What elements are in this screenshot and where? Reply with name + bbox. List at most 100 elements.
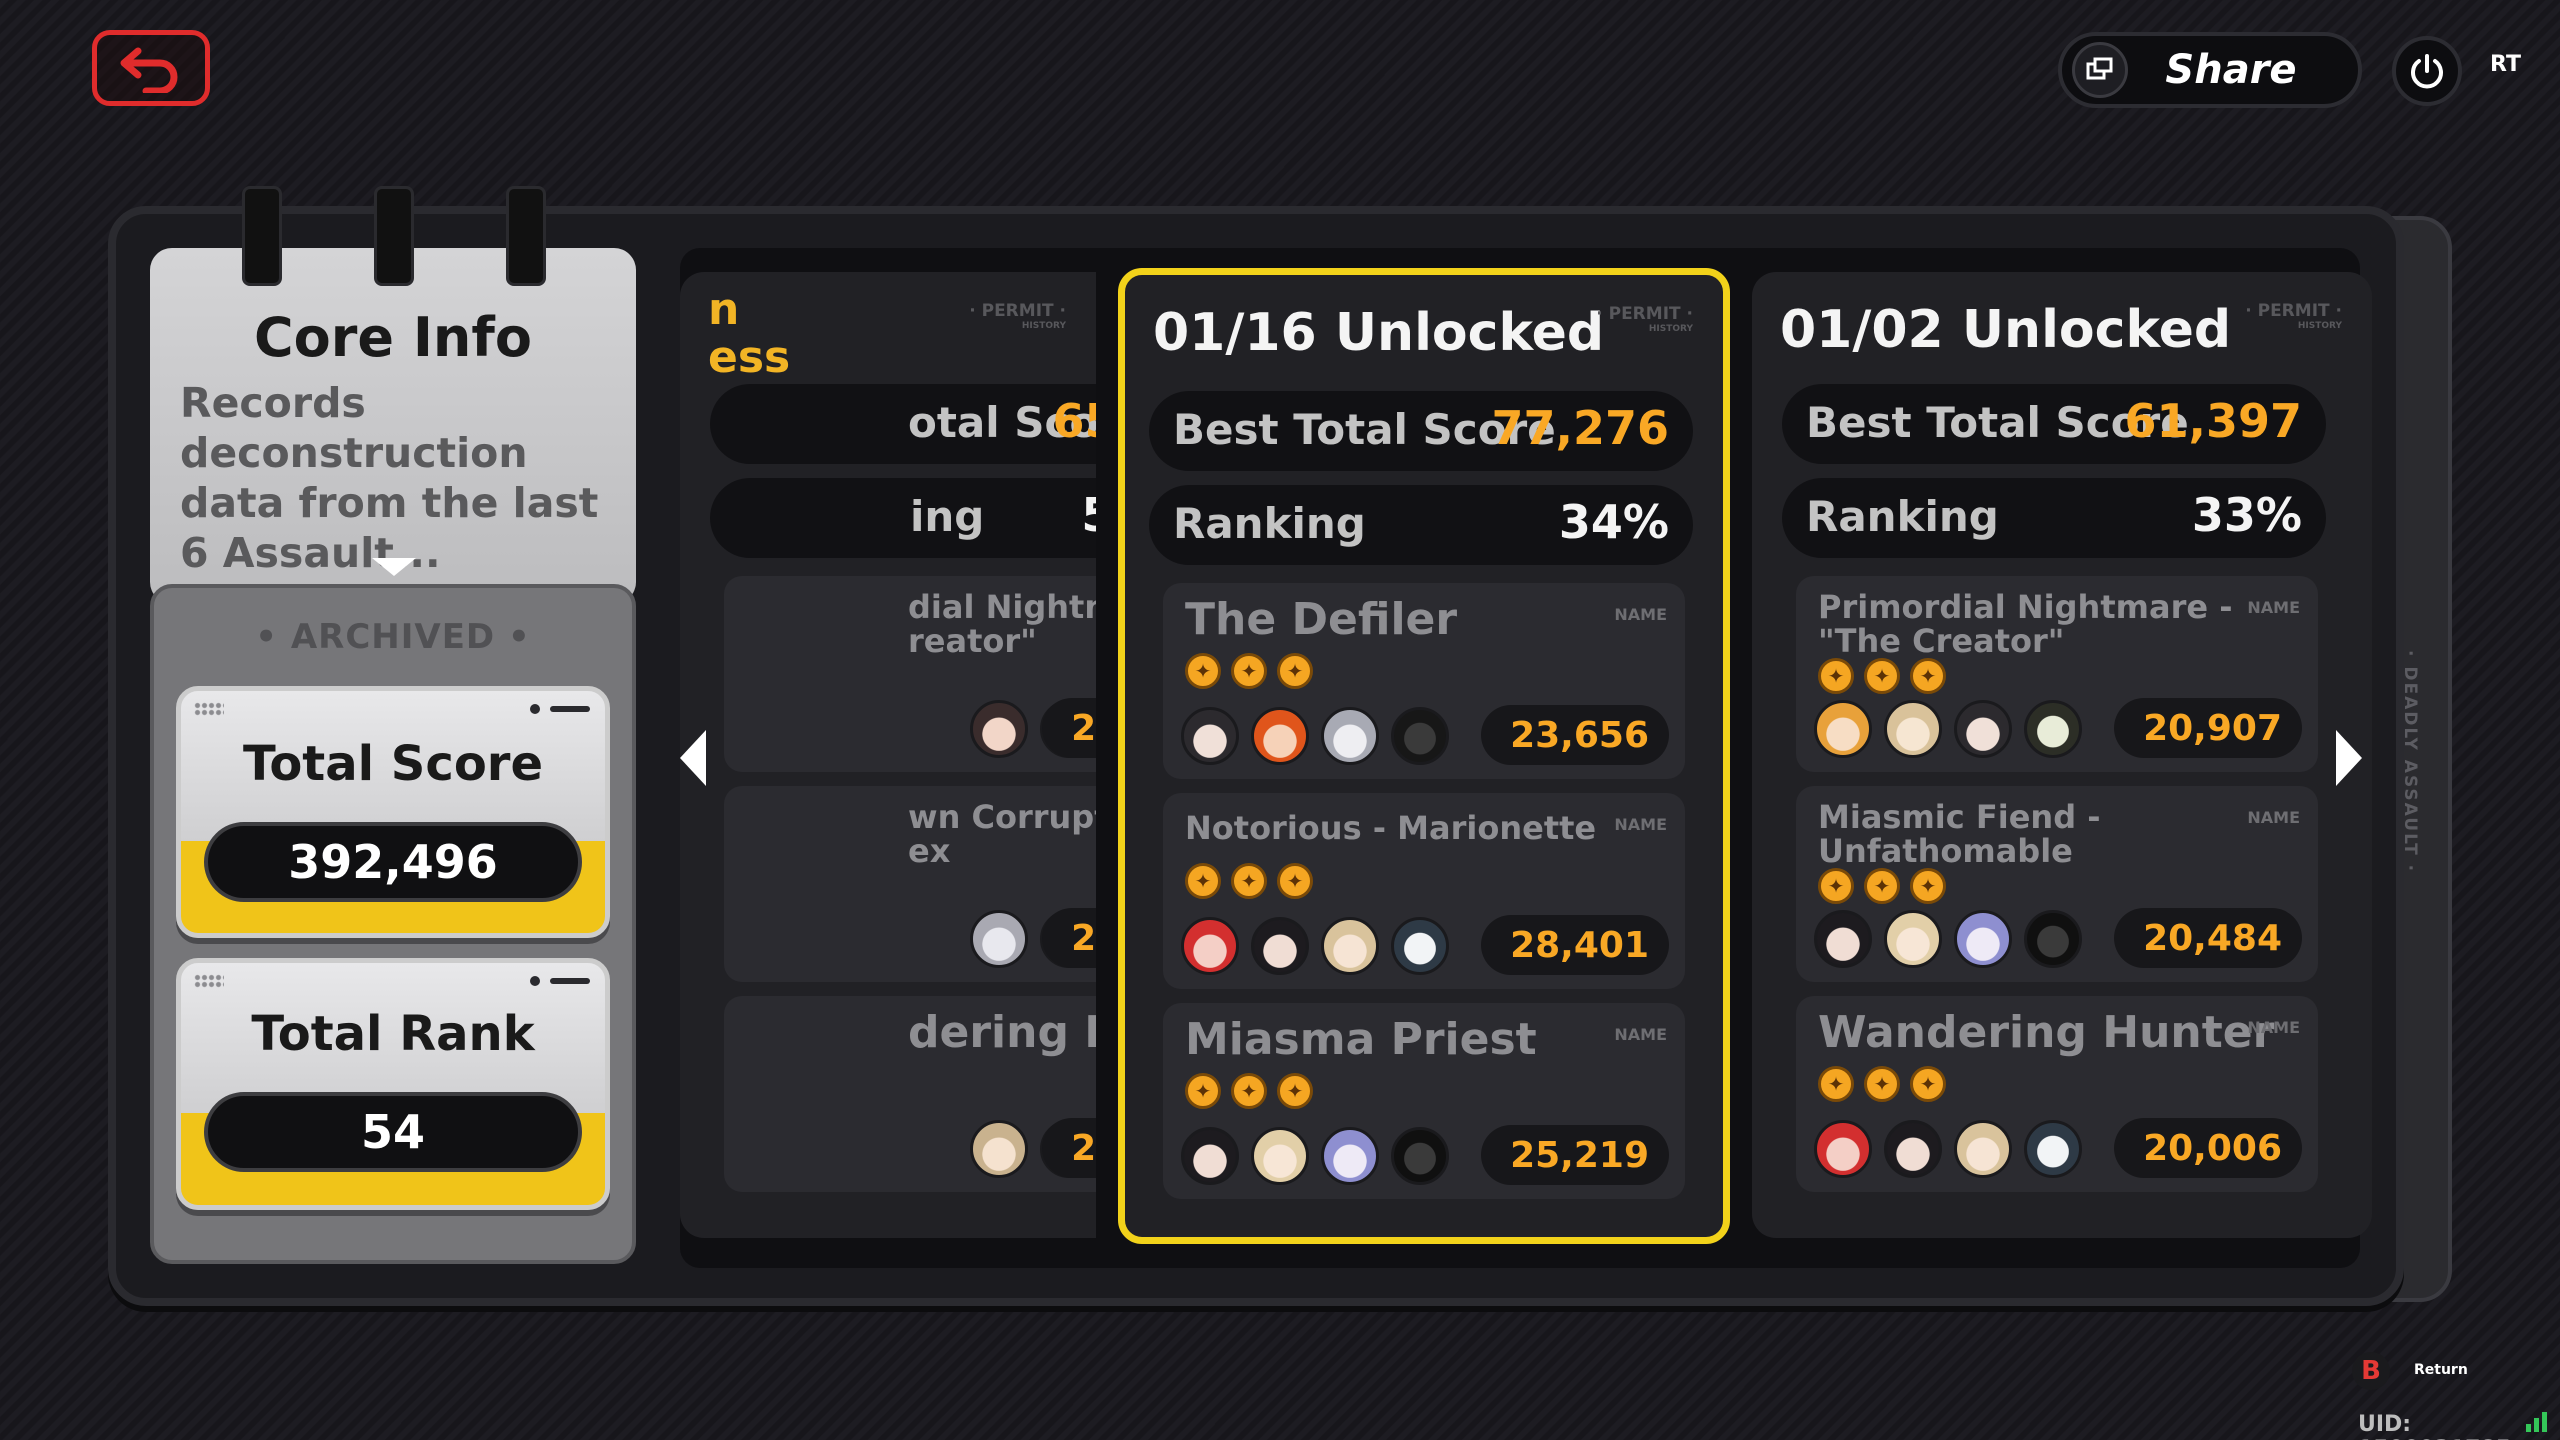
boss-score: 20,907 — [2114, 698, 2302, 758]
star-icon: ✦ — [1231, 1073, 1267, 1109]
name-tag: NAME — [2247, 1018, 2300, 1037]
avatar — [1251, 917, 1309, 975]
binder-clip — [374, 186, 414, 286]
boss-score: 23,463 — [1042, 908, 1096, 968]
best-score-value: 65,988 — [1052, 394, 1096, 448]
boss-score: 20,484 — [2114, 908, 2302, 968]
avatar — [1814, 1120, 1872, 1178]
name-tag: NAME — [2247, 598, 2300, 617]
expand-arrow-icon[interactable] — [372, 558, 416, 576]
avatar — [970, 1120, 1028, 1178]
boss-name: Wandering Hunter — [1818, 1007, 2275, 1058]
prev-arrow-icon[interactable] — [680, 730, 706, 786]
back-button[interactable] — [92, 30, 210, 106]
boss-name: dial Nightmare - reator" — [908, 588, 1096, 660]
boss-name: The Defiler — [1185, 594, 1458, 645]
ranking-label: ing — [910, 492, 985, 541]
best-score-value: 61,397 — [2124, 394, 2302, 448]
star-icon: ✦ — [1231, 653, 1267, 689]
core-info-title: Core Info — [254, 306, 532, 369]
best-score-row: Best Total Score 61,397 — [1782, 384, 2326, 464]
avatar — [2024, 910, 2082, 968]
star-icon: ✦ — [1277, 653, 1313, 689]
boss-card[interactable]: Primordial Nightmare - "The Creator" NAM… — [1796, 576, 2318, 772]
name-tag: NAME — [1614, 605, 1667, 624]
avatar — [1814, 700, 1872, 758]
permit-stamp: · PERMIT · HISTORY — [1596, 304, 1693, 335]
power-icon — [2411, 54, 2443, 89]
ranking-row: ing 50%+ — [710, 478, 1096, 558]
avatar — [1251, 707, 1309, 765]
avatar — [970, 700, 1028, 758]
boss-name: Notorious - Marionette — [1185, 809, 1597, 847]
star-icon: ✦ — [1818, 868, 1854, 904]
avatar — [1884, 910, 1942, 968]
avatar — [1321, 707, 1379, 765]
boss-card[interactable]: Wandering Hunter NAME ✦ ✦ ✦ 20,006 — [1796, 996, 2318, 1192]
signal-icon — [2526, 1412, 2547, 1432]
name-tag: NAME — [1614, 1025, 1667, 1044]
power-button[interactable] — [2392, 36, 2462, 106]
boss-card[interactable]: dering Hunter NAME 22,442 — [724, 996, 1096, 1192]
binder-clip — [242, 186, 282, 286]
avatar — [2024, 1120, 2082, 1178]
boss-card[interactable]: Miasmic Fiend - Unfathomable NAME ✦ ✦ ✦ 20… — [1796, 786, 2318, 982]
boss-score: 25,219 — [1481, 1125, 1669, 1185]
record-column-older[interactable]: n ess · PERMIT ·HISTORY otal Score 65,98… — [680, 272, 1096, 1238]
card-dash — [550, 706, 590, 712]
rt-key-hint: RT — [2490, 52, 2521, 77]
avatar — [1251, 1127, 1309, 1185]
archived-label: • ARCHIVED • — [255, 617, 531, 657]
star-icon: ✦ — [1864, 658, 1900, 694]
star-icon: ✦ — [1185, 653, 1221, 689]
avatar — [1391, 707, 1449, 765]
ranking-value: 33% — [2191, 488, 2302, 542]
name-tag: NAME — [2247, 808, 2300, 827]
ranking-row: Ranking 33% — [1782, 478, 2326, 558]
boss-card[interactable]: dial Nightmare - reator" NAME 20,083 — [724, 576, 1096, 772]
binder-clip — [506, 186, 546, 286]
boss-card[interactable]: The Defiler NAME ✦ ✦ ✦ 23,656 — [1163, 583, 1685, 779]
star-icon: ✦ — [1910, 1066, 1946, 1102]
next-arrow-icon[interactable] — [2336, 730, 2362, 786]
star-icon: ✦ — [1910, 868, 1946, 904]
return-hint-label: Return — [2414, 1362, 2468, 1378]
ranking-value: 34% — [1558, 495, 1669, 549]
share-copy-icon — [2072, 42, 2128, 98]
boss-name: dering Hunter — [908, 1007, 1096, 1058]
avatar — [2024, 700, 2082, 758]
total-score-value: 392,496 — [204, 822, 582, 902]
avatar — [1954, 910, 2012, 968]
boss-name: Primordial Nightmare - "The Creator" — [1818, 588, 2233, 660]
star-icon: ✦ — [1185, 1073, 1221, 1109]
avatar — [1181, 1127, 1239, 1185]
avatar — [1181, 917, 1239, 975]
b-key-icon[interactable]: B — [2352, 1352, 2390, 1390]
permit-stamp: · PERMIT · HISTORY — [969, 301, 1066, 332]
avatar — [970, 910, 1028, 968]
avatar — [1391, 917, 1449, 975]
avatar — [1884, 700, 1942, 758]
star-icon: ✦ — [1864, 1066, 1900, 1102]
card-dash — [550, 978, 590, 984]
total-score-label: Total Score — [242, 736, 544, 792]
avatar — [1321, 917, 1379, 975]
column-title: 01/02 Unlocked — [1780, 300, 2232, 360]
boss-card[interactable]: Miasma Priest NAME ✦ ✦ ✦ 25,219 — [1163, 1003, 1685, 1199]
boss-score: 22,442 — [1042, 1118, 1096, 1178]
boss-card[interactable]: wn Corruption ex NAME 23,463 — [724, 786, 1096, 982]
star-icon: ✦ — [1818, 658, 1854, 694]
card-dots — [194, 974, 224, 988]
boss-score: 23,656 — [1481, 705, 1669, 765]
share-button[interactable]: Share — [2058, 32, 2362, 108]
boss-card[interactable]: Notorious - Marionette NAME ✦ ✦ ✦ 28,401 — [1163, 793, 1685, 989]
avatar — [1954, 700, 2012, 758]
record-column-0102[interactable]: 01/02 Unlocked · PERMIT · HISTORY Best To… — [1752, 272, 2372, 1238]
record-column-0116[interactable]: 01/16 Unlocked · PERMIT · HISTORY Best To… — [1118, 268, 1730, 1244]
star-icon: ✦ — [1818, 1066, 1854, 1102]
best-score-row: Best Total Score 77,276 — [1149, 391, 1693, 471]
permit-stamp: · PERMIT · HISTORY — [2245, 301, 2342, 332]
boss-name: Miasma Priest — [1185, 1014, 1537, 1065]
star-icon: ✦ — [1277, 1073, 1313, 1109]
avatar — [1181, 707, 1239, 765]
